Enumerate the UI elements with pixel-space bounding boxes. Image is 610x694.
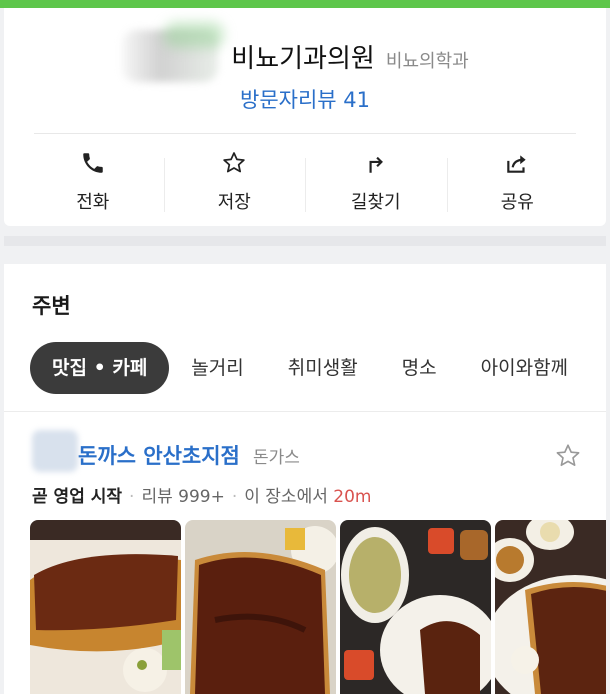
food-photo[interactable]	[495, 520, 606, 694]
nearby-title: 주변	[32, 294, 71, 318]
food-photo[interactable]	[340, 520, 491, 694]
distance-prefix: 이 장소에서	[244, 487, 328, 507]
directions-icon	[369, 156, 383, 173]
chip-food-cafe[interactable]: 맛집 • 카페	[30, 342, 170, 394]
nearby-place-meta: 곧 영업 시작 · 리뷰 999+ · 이 장소에서 20m	[32, 482, 371, 507]
food-photo[interactable]	[30, 520, 181, 694]
share-icon	[507, 155, 526, 173]
nearby-place-name[interactable]: 돈까스 안산초지점	[78, 444, 240, 468]
divider	[4, 411, 606, 412]
save-label: 저장	[217, 192, 251, 213]
nearby-place-category: 돈가스	[252, 448, 300, 468]
top-accent-bar	[0, 0, 610, 8]
place-title-row: 비뇨기과의원 비뇨의학과	[4, 38, 606, 75]
chip-attractions[interactable]: 명소	[380, 342, 459, 394]
place-category: 비뇨의학과	[385, 51, 469, 72]
call-label: 전화	[76, 192, 110, 213]
separator-dot: ·	[231, 487, 238, 507]
distance-value: 20m	[333, 487, 372, 507]
food-photo[interactable]	[185, 520, 336, 694]
divider	[34, 133, 576, 134]
share-label: 공유	[500, 192, 534, 213]
photo-strip	[30, 520, 606, 694]
save-button[interactable]: 저장	[163, 150, 306, 222]
phone-icon	[83, 153, 103, 173]
call-button[interactable]: 전화	[22, 150, 164, 222]
business-status: 곧 영업 시작	[32, 487, 123, 507]
share-button[interactable]: 공유	[446, 150, 589, 222]
nearby-place-header: 돈까스 안산초지점 돈가스	[78, 440, 300, 470]
nearby-category-chips: 맛집 • 카페 놀거리 취미생활 명소 아이와함께	[30, 342, 590, 394]
place-name: 비뇨기과의원	[231, 44, 375, 74]
chip-hobbies[interactable]: 취미생활	[266, 342, 380, 394]
review-count: 리뷰 999+	[141, 487, 225, 507]
directions-label: 길찾기	[350, 192, 401, 213]
redacted-prefix-blur	[32, 430, 78, 472]
chip-things-to-do[interactable]: 놀거리	[169, 342, 265, 394]
action-bar: 전화 저장 길찾기 공유	[22, 150, 588, 222]
directions-button[interactable]: 길찾기	[305, 150, 447, 222]
chip-with-kids[interactable]: 아이와함께	[459, 342, 590, 394]
separator-dot: ·	[129, 487, 135, 507]
section-separator	[4, 236, 606, 246]
visitor-reviews-link[interactable]: 방문자리뷰 41	[4, 84, 606, 114]
bookmark-star-icon[interactable]	[554, 442, 582, 470]
place-summary-card: 비뇨기과의원 비뇨의학과 방문자리뷰 41 전화 저장 길찾기 공유	[4, 8, 606, 226]
nearby-section: 주변 맛집 • 카페 놀거리 취미생활 명소 아이와함께 돈까스 안산초지점 돈…	[4, 264, 606, 694]
star-icon	[223, 152, 245, 173]
